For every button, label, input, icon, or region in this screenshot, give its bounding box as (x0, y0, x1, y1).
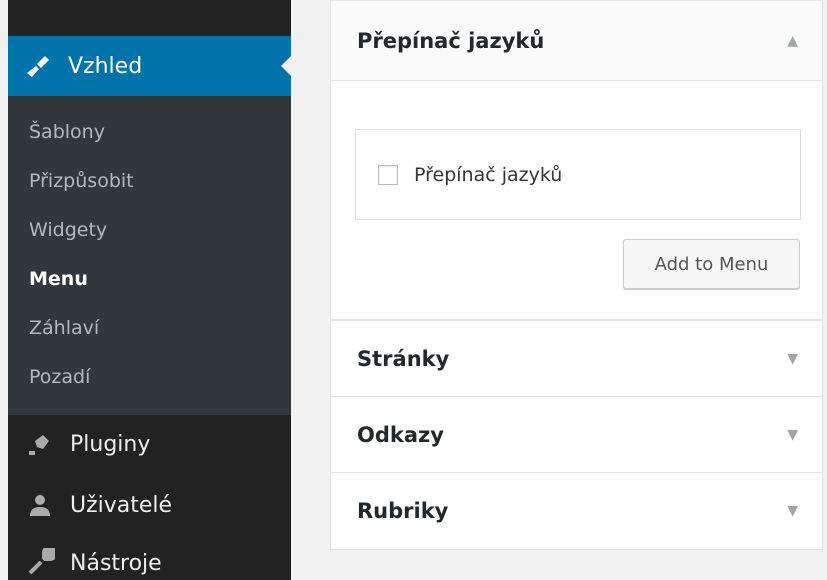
language-switcher-checkbox[interactable] (378, 164, 398, 185)
panel-title: Stránky (357, 347, 450, 371)
panel-title: Rubriky (357, 499, 449, 523)
chevron-up-icon[interactable]: ▲ (787, 33, 798, 49)
panel-header[interactable]: Rubriky ▼ (331, 473, 822, 549)
panel-header[interactable]: Odkazy ▼ (331, 397, 822, 473)
menu-item-label: Nástroje (70, 550, 162, 576)
paintbrush-icon (22, 50, 54, 82)
active-indicator (281, 56, 291, 76)
menu-item-label: Uživatelé (70, 492, 173, 518)
menu-item-label: Pluginy (70, 431, 151, 457)
chevron-down-icon[interactable]: ▼ (787, 503, 798, 519)
submenu-item-menus[interactable]: Menu (8, 255, 291, 304)
panel-categories[interactable]: Rubriky ▼ (330, 472, 823, 550)
menu-item-plugins[interactable]: Pluginy (8, 415, 291, 473)
menu-item-appearance[interactable]: Vzhled (8, 36, 291, 96)
add-to-menu-button[interactable]: Add to Menu (623, 239, 800, 289)
submenu-item-customize[interactable]: Přizpůsobit (8, 157, 291, 206)
submenu-item-widgets[interactable]: Widgety (8, 206, 291, 255)
panel-pages[interactable]: Stránky ▼ (330, 320, 823, 398)
menu-item-label: Vzhled (68, 53, 143, 79)
checkbox-label[interactable]: Přepínač jazyků (414, 164, 562, 186)
chevron-down-icon[interactable]: ▼ (787, 427, 798, 443)
submenu-item-header[interactable]: Záhlaví (8, 304, 291, 353)
checklist: Přepínač jazyků (355, 129, 801, 220)
submenu-item-themes[interactable]: Šablony (8, 108, 291, 157)
menu-item-users[interactable]: Uživatelé (8, 476, 291, 534)
panel-title: Přepínač jazyků (357, 28, 545, 53)
admin-sidebar: Vzhled Šablony Přizpůsobit Widgety Menu … (8, 0, 291, 580)
users-icon (24, 489, 56, 521)
appearance-submenu: Šablony Přizpůsobit Widgety Menu Záhlaví… (8, 96, 291, 415)
wrench-icon (24, 547, 56, 579)
plugin-icon (24, 428, 56, 460)
menu-item-tools[interactable]: Nástroje (8, 534, 291, 580)
submenu-item-background[interactable]: Pozadí (8, 353, 291, 402)
panel-language-switcher: Přepínač jazyků ▲ Přepínač jazyků Add to… (330, 0, 823, 320)
panel-header[interactable]: Přepínač jazyků ▲ (331, 1, 822, 81)
panel-links[interactable]: Odkazy ▼ (330, 396, 823, 474)
panel-header[interactable]: Stránky ▼ (331, 321, 822, 397)
chevron-down-icon[interactable]: ▼ (787, 351, 798, 367)
panel-title: Odkazy (357, 423, 444, 447)
